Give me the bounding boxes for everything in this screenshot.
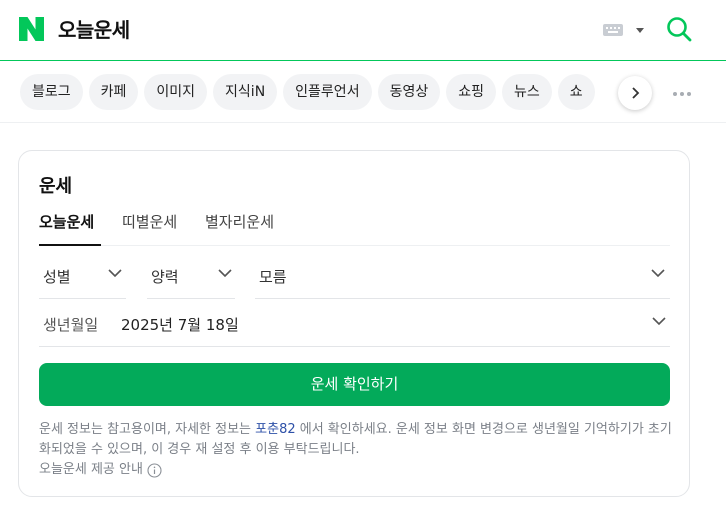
gender-select-value: 성별	[43, 268, 71, 286]
subtab-constellation-fortune[interactable]: 별자리운세	[205, 211, 274, 246]
tab-influencer[interactable]: 인플루언서	[283, 74, 372, 110]
birthdate-select[interactable]: 생년월일 2025년 7월 18일	[39, 299, 670, 347]
search-tabs-viewport: 블로그 카페 이미지 지식iN 인플루언서 동영상 쇼핑 뉴스 쇼	[0, 62, 634, 123]
provider-info-link[interactable]: 오늘운세 제공 안내	[39, 460, 162, 480]
fortune82-link[interactable]: 포춘82	[255, 422, 295, 437]
tab-kin[interactable]: 지식iN	[213, 74, 278, 110]
keyboard-icon[interactable]	[603, 24, 623, 36]
keyboard-dropdown-caret-icon[interactable]	[636, 28, 644, 33]
top-header: 오늘운세	[0, 0, 726, 61]
page-title: 오늘운세	[58, 18, 130, 42]
search-icon[interactable]	[666, 16, 692, 42]
notice-text-before: 운세 정보는 참고용이며, 자세한 정보는	[39, 422, 256, 437]
tab-video[interactable]: 동영상	[377, 74, 441, 110]
info-icon	[147, 462, 162, 478]
birthdate-row: 생년월일 2025년 7월 18일	[39, 299, 670, 347]
birthdate-label: 생년월일	[43, 316, 99, 334]
fortune-card: 운세 오늘운세 띠별운세 별자리운세 성별 양력 모름 생년월일 2025년 7…	[18, 150, 690, 497]
tab-cafe[interactable]: 카페	[88, 74, 139, 110]
check-fortune-button[interactable]: 운세 확인하기	[39, 363, 670, 406]
chevron-down-icon	[108, 269, 122, 278]
chevron-down-icon	[652, 317, 666, 326]
chevron-down-icon	[651, 269, 665, 278]
tab-shopping[interactable]: 쇼핑	[446, 74, 496, 110]
gender-select[interactable]: 성별	[39, 251, 126, 299]
tab-image[interactable]: 이미지	[144, 74, 208, 110]
subtab-zodiac-animal-fortune[interactable]: 띠별운세	[122, 211, 177, 246]
card-title: 운세	[39, 176, 73, 197]
selector-row: 성별 양력 모름	[39, 251, 670, 299]
birth-time-select[interactable]: 모름	[255, 251, 670, 299]
provider-info-label: 오늘운세 제공 안내	[39, 462, 143, 477]
birth-time-value: 모름	[259, 268, 287, 286]
subtab-today-fortune[interactable]: 오늘운세	[39, 211, 101, 246]
notice-text: 운세 정보는 참고용이며, 자세한 정보는 포춘82 에서 확인하세요. 운세 …	[39, 420, 674, 460]
tabs-next-button[interactable]	[618, 76, 652, 110]
tab-partial[interactable]: 쇼	[557, 74, 595, 110]
tab-news[interactable]: 뉴스	[501, 74, 552, 110]
fortune-subtabs: 오늘운세 띠별운세 별자리운세	[39, 211, 670, 246]
calendar-type-select[interactable]: 양력	[147, 251, 235, 299]
search-tabs: 블로그 카페 이미지 지식iN 인플루언서 동영상 쇼핑 뉴스 쇼	[20, 74, 595, 110]
naver-logo-icon[interactable]	[19, 17, 44, 41]
chevron-down-icon	[218, 269, 232, 278]
chevron-right-icon	[632, 87, 640, 99]
calendar-type-value: 양력	[151, 268, 179, 286]
more-dots-icon[interactable]	[673, 92, 691, 96]
birthdate-value: 2025년 7월 18일	[121, 316, 239, 334]
tab-blog[interactable]: 블로그	[20, 74, 83, 110]
